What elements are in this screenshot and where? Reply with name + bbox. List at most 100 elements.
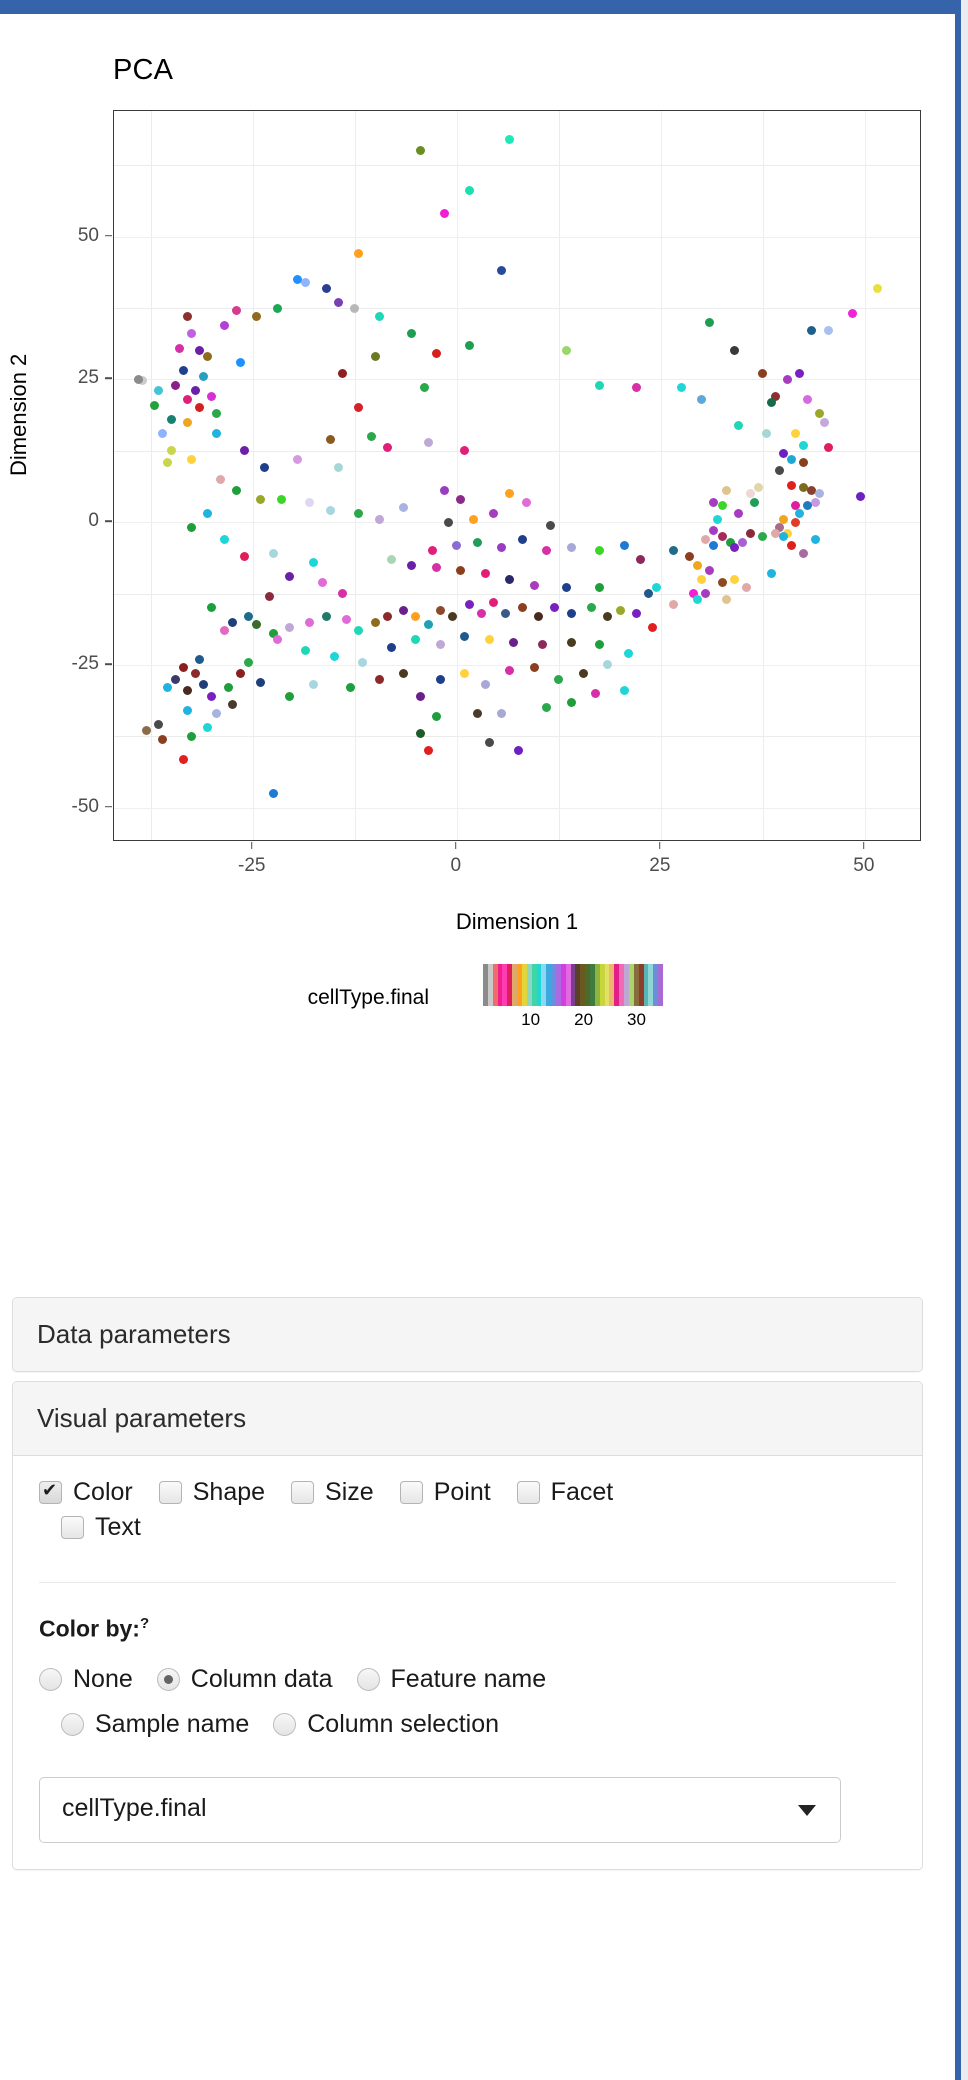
- scatter-point: [595, 546, 605, 556]
- scatter-point: [309, 680, 319, 690]
- radio-column-selection[interactable]: Column selection: [273, 1710, 499, 1739]
- radio-indicator[interactable]: [273, 1712, 297, 1736]
- scatter-point: [774, 466, 784, 476]
- radio-label: Feature name: [390, 1664, 547, 1693]
- scatter-point: [415, 728, 425, 738]
- scatter-point: [431, 563, 441, 573]
- scatter-point: [811, 534, 821, 544]
- scatter-point: [566, 543, 576, 553]
- scatter-point: [407, 560, 417, 570]
- scatter-point: [399, 503, 409, 513]
- checkbox-size[interactable]: Size: [291, 1478, 374, 1507]
- scatter-point: [244, 611, 254, 621]
- scatter-point: [370, 617, 380, 627]
- scatter-point: [309, 557, 319, 567]
- scatter-point: [158, 429, 168, 439]
- radio-indicator[interactable]: [61, 1712, 84, 1736]
- radio-feature-name[interactable]: Feature name: [356, 1664, 547, 1694]
- panel-data-parameters-header[interactable]: Data parameters: [13, 1298, 922, 1371]
- scatter-point: [795, 509, 805, 519]
- scatter-point: [431, 349, 441, 359]
- scatter-point: [162, 683, 172, 693]
- scatter-point: [382, 611, 392, 621]
- legend-colorbar: [483, 964, 663, 1006]
- scatter-point: [211, 429, 221, 439]
- checkbox-indicator[interactable]: [39, 1479, 62, 1504]
- scatter-point: [591, 689, 601, 699]
- scatter-point: [435, 674, 445, 684]
- scatter-point: [721, 594, 731, 604]
- checkbox-indicator[interactable]: [399, 1481, 423, 1504]
- radio-indicator[interactable]: [156, 1667, 180, 1691]
- checkbox-shape[interactable]: Shape: [158, 1478, 265, 1507]
- color-by-radio-group-2: Sample name Column selection: [39, 1710, 896, 1747]
- panel-data-parameters[interactable]: Data parameters: [12, 1297, 923, 1372]
- color-by-help-icon[interactable]: ?: [140, 1615, 149, 1632]
- scatter-point: [554, 674, 564, 684]
- checkbox-indicator[interactable]: [516, 1481, 540, 1504]
- checkbox-indicator[interactable]: [158, 1481, 182, 1504]
- panel-visual-parameters[interactable]: Visual parameters Color Shape Size Point Fac…: [12, 1381, 923, 1870]
- checkbox-color[interactable]: Color: [39, 1478, 133, 1507]
- scatter-point: [178, 663, 188, 673]
- scatter-point: [203, 723, 213, 733]
- scatter-point: [305, 497, 315, 507]
- scatter-point: [631, 609, 641, 619]
- x-tick-label: 0: [450, 855, 462, 876]
- scatter-point: [207, 392, 217, 402]
- scatter-point: [472, 709, 482, 718]
- x-tick-mark: [250, 842, 253, 849]
- page-scrollbar-thumb[interactable]: [955, 0, 961, 2080]
- scatter-point: [746, 529, 756, 539]
- scatter-point: [427, 546, 437, 556]
- legend-title: cellType.final: [307, 986, 429, 1009]
- scatter-point: [533, 611, 543, 621]
- y-tick-mark: [105, 234, 112, 237]
- panel-visual-parameters-header[interactable]: Visual parameters: [13, 1382, 922, 1456]
- radio-column-data[interactable]: Column data: [156, 1665, 333, 1694]
- checkbox-indicator[interactable]: [61, 1516, 84, 1539]
- radio-indicator[interactable]: [356, 1667, 380, 1691]
- scatter-point: [133, 374, 143, 384]
- scatter-point: [219, 534, 229, 544]
- x-tick-mark: [454, 842, 457, 849]
- scatter-point: [684, 551, 694, 561]
- scatter-point: [154, 386, 164, 396]
- scatter-point: [786, 540, 796, 550]
- scatter-point: [603, 611, 613, 621]
- scatter-point: [411, 634, 421, 644]
- scatter-point: [799, 457, 809, 467]
- visual-param-checkbox-group-2: Text: [39, 1513, 896, 1548]
- chevron-down-icon: [798, 1804, 816, 1816]
- scatter-point: [480, 680, 490, 690]
- scatter-point: [252, 312, 262, 322]
- scatter-point: [211, 409, 221, 419]
- scatter-point: [268, 788, 278, 798]
- scatter-point: [521, 497, 531, 507]
- scatter-point: [705, 317, 715, 327]
- radio-sample-name[interactable]: Sample name: [61, 1710, 249, 1739]
- scatter-point: [407, 329, 417, 339]
- radio-none[interactable]: None: [39, 1665, 133, 1694]
- scatter-point: [644, 589, 654, 599]
- checkbox-indicator[interactable]: [291, 1481, 315, 1504]
- scatter-point: [595, 583, 605, 593]
- radio-indicator[interactable]: [39, 1667, 62, 1691]
- scatter-point: [456, 494, 466, 504]
- checkbox-facet[interactable]: Facet: [516, 1478, 613, 1507]
- scatter-point: [472, 537, 482, 547]
- scatter-point: [227, 700, 237, 710]
- page-scrollbar-track[interactable]: [955, 0, 968, 2080]
- app-window: PCA 50 25 0 -25 -50 -25 0 25 50 Dimension 2 Dim…: [0, 0, 968, 2080]
- color-by-column-select[interactable]: cellType.final: [39, 1776, 841, 1843]
- scatter-point: [721, 486, 731, 496]
- checkbox-text[interactable]: Text: [61, 1513, 141, 1542]
- plot-panel[interactable]: [113, 110, 921, 841]
- legend-color-stop: [658, 964, 663, 1006]
- y-tick-mark: [105, 805, 112, 808]
- scatter-point: [182, 312, 192, 322]
- scatter-point: [803, 394, 813, 404]
- gridline-vertical: [252, 111, 254, 840]
- checkbox-point[interactable]: Point: [399, 1478, 491, 1507]
- scatter-point: [872, 283, 882, 293]
